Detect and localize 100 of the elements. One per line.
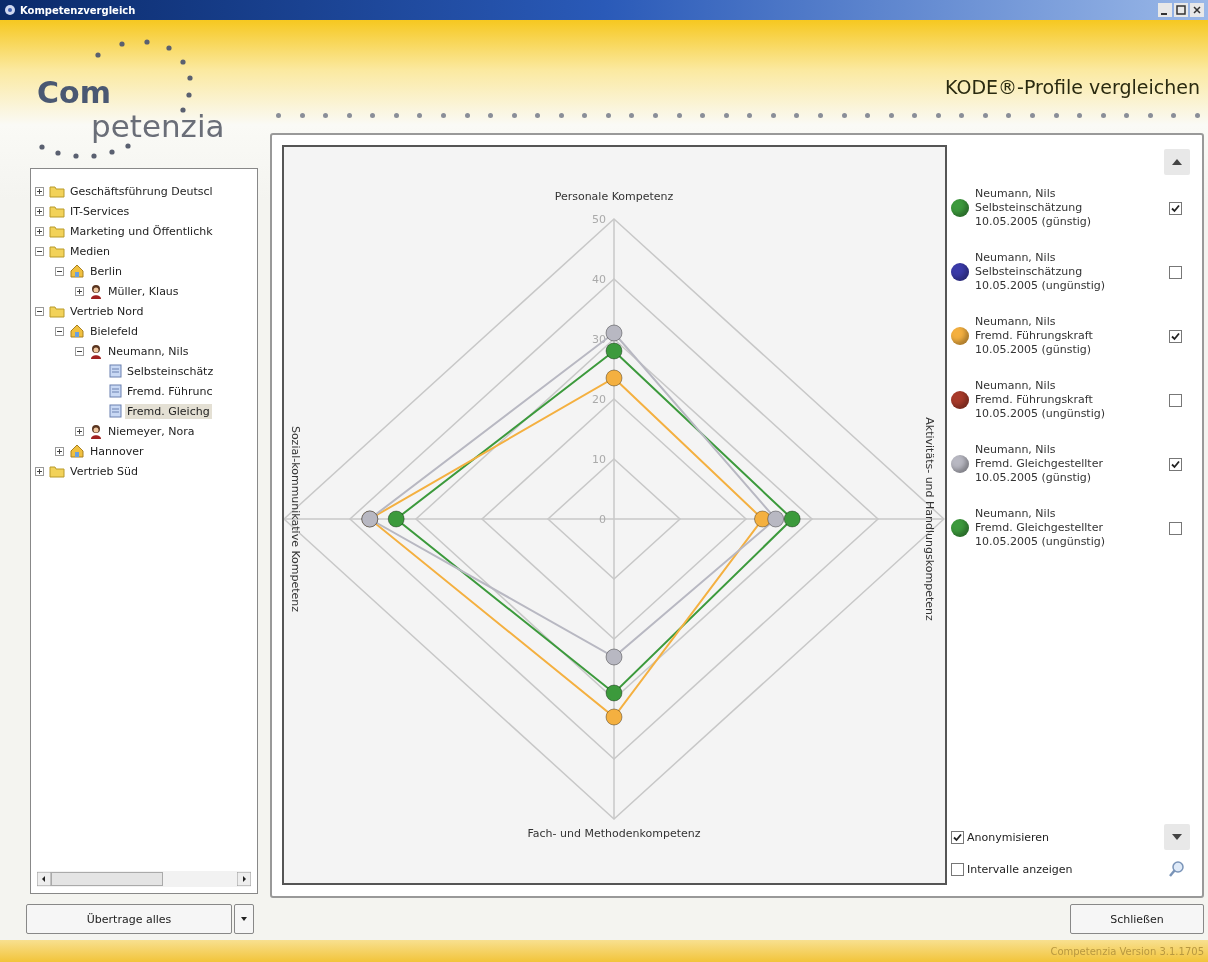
expand-icon[interactable] bbox=[55, 446, 66, 456]
tree-item[interactable]: Fremd. Führunc bbox=[125, 383, 215, 399]
checkbox[interactable] bbox=[1169, 393, 1182, 407]
horizontal-scrollbar[interactable] bbox=[37, 871, 251, 887]
legend-name: Neumann, Nils bbox=[975, 507, 1056, 521]
folder-icon bbox=[49, 204, 65, 218]
axis-label: Aktivitäts- und Handlungskompetenz bbox=[923, 417, 936, 621]
document-icon bbox=[109, 404, 122, 418]
legend-name: Neumann, Nils bbox=[975, 187, 1056, 201]
legend-date: 10.05.2005 (ungünstig) bbox=[975, 279, 1105, 293]
collapse-icon[interactable] bbox=[55, 326, 66, 336]
caret-up-icon bbox=[1172, 159, 1182, 165]
logo: Com petenzia bbox=[28, 20, 268, 168]
checkbox[interactable] bbox=[951, 830, 964, 844]
collapse-icon[interactable] bbox=[35, 246, 46, 256]
tree-item[interactable]: Geschäftsführung Deutscl bbox=[68, 183, 215, 199]
legend-date: 10.05.2005 (günstig) bbox=[975, 471, 1092, 485]
window-title: Kompetenzvergleich bbox=[20, 4, 136, 16]
checkbox[interactable] bbox=[1169, 201, 1182, 215]
house-icon bbox=[69, 324, 85, 338]
legend-type: Fremd. Gleichgestellter bbox=[975, 457, 1103, 471]
legend-name: Neumann, Nils bbox=[975, 251, 1056, 265]
data-point bbox=[783, 510, 801, 528]
maximize-icon[interactable] bbox=[1174, 3, 1188, 17]
collapse-icon[interactable] bbox=[55, 266, 66, 276]
tree-item[interactable]: Berlin bbox=[88, 263, 124, 279]
tree-item[interactable]: IT-Services bbox=[68, 203, 132, 219]
tree-item[interactable]: Fremd. Gleichg bbox=[125, 403, 212, 419]
minimize-icon[interactable] bbox=[1158, 3, 1172, 17]
legend-type: Fremd. Führungskraft bbox=[975, 329, 1093, 343]
legend-name: Neumann, Nils bbox=[975, 379, 1056, 393]
dropdown-button[interactable] bbox=[234, 904, 254, 934]
tree-item[interactable]: Müller, Klaus bbox=[106, 283, 181, 299]
checkbox[interactable] bbox=[1169, 521, 1182, 535]
app-icon bbox=[4, 4, 16, 16]
tick-label: 0 bbox=[599, 513, 606, 526]
checkbox-label[interactable]: Anonymisieren bbox=[967, 830, 1161, 844]
collapse-icon[interactable] bbox=[75, 346, 86, 356]
tree-item[interactable]: Vertrieb Nord bbox=[68, 303, 146, 319]
expand-icon[interactable] bbox=[75, 286, 86, 296]
page-title: KODE®-Profile vergleichen bbox=[945, 76, 1200, 98]
tick-label: 50 bbox=[592, 213, 606, 226]
tree-item[interactable]: Hannover bbox=[88, 443, 146, 459]
folder-icon bbox=[49, 244, 65, 258]
caret-down-icon bbox=[1172, 834, 1182, 840]
checkbox[interactable] bbox=[951, 862, 964, 876]
checkbox[interactable] bbox=[1169, 265, 1182, 279]
legend-date: 10.05.2005 (ungünstig) bbox=[975, 407, 1105, 421]
legend-type: Fremd. Gleichgestellter bbox=[975, 521, 1103, 535]
expand-icon[interactable] bbox=[35, 466, 46, 476]
person-icon bbox=[89, 283, 103, 299]
scroll-left-icon[interactable] bbox=[37, 872, 51, 886]
transfer-button[interactable]: Übertrage alles bbox=[26, 904, 232, 934]
folder-icon bbox=[49, 464, 65, 478]
expand-icon[interactable] bbox=[35, 186, 46, 196]
data-point bbox=[767, 510, 785, 528]
legend-name: Neumann, Nils bbox=[975, 443, 1056, 457]
tree-item[interactable]: Medien bbox=[68, 243, 113, 259]
close-icon[interactable] bbox=[1190, 3, 1204, 17]
expand-icon[interactable] bbox=[35, 226, 46, 236]
scroll-down-button[interactable] bbox=[1164, 824, 1190, 850]
checkbox[interactable] bbox=[1169, 329, 1182, 343]
expand-icon[interactable] bbox=[75, 426, 86, 436]
scroll-right-icon[interactable] bbox=[237, 872, 251, 886]
scroll-up-button[interactable] bbox=[1164, 149, 1190, 175]
legend-type: Selbsteinschätzung bbox=[975, 265, 1083, 279]
folder-icon bbox=[49, 184, 65, 198]
tick-label: 20 bbox=[592, 393, 606, 406]
tree-item[interactable]: Vertrieb Süd bbox=[68, 463, 141, 479]
tree-item[interactable]: Bielefeld bbox=[88, 323, 140, 339]
caret-icon bbox=[241, 917, 247, 921]
axis-label: Fach- und Methodenkompetenz bbox=[527, 827, 701, 840]
data-point bbox=[605, 324, 623, 342]
house-icon bbox=[69, 264, 85, 278]
collapse-icon[interactable] bbox=[35, 306, 46, 316]
data-point bbox=[387, 510, 405, 528]
legend-date: 10.05.2005 (günstig) bbox=[975, 343, 1092, 357]
tree-item[interactable]: Marketing und Öffentlichk bbox=[68, 223, 215, 239]
data-point bbox=[605, 648, 623, 666]
tree-item[interactable]: Niemeyer, Nora bbox=[106, 423, 197, 439]
expand-icon[interactable] bbox=[35, 206, 46, 216]
axis-label: Personale Kompetenz bbox=[554, 190, 674, 203]
folder-icon bbox=[49, 224, 65, 238]
tree-item[interactable]: Selbsteinschätz bbox=[125, 363, 216, 379]
legend-name: Neumann, Nils bbox=[975, 315, 1056, 329]
tick-label: 40 bbox=[592, 273, 606, 286]
checkbox[interactable] bbox=[1169, 457, 1182, 471]
checkbox-label[interactable]: Intervalle anzeigen bbox=[967, 862, 1161, 876]
legend-type: Selbsteinschätzung bbox=[975, 201, 1083, 215]
data-point bbox=[605, 342, 623, 360]
document-icon bbox=[109, 384, 122, 398]
legend-date: 10.05.2005 (ungünstig) bbox=[975, 535, 1105, 549]
data-point bbox=[605, 708, 623, 726]
magnifier-icon[interactable] bbox=[1167, 859, 1187, 879]
version-text: Competenzia Version 3.1.1705 bbox=[1050, 945, 1204, 957]
tree-item[interactable]: Neumann, Nils bbox=[106, 343, 191, 359]
tick-label: 10 bbox=[592, 453, 606, 466]
house-icon bbox=[69, 444, 85, 458]
close-button[interactable]: Schließen bbox=[1070, 904, 1204, 934]
axis-label: Sozial-kommunikative Kompetenz bbox=[289, 425, 302, 613]
